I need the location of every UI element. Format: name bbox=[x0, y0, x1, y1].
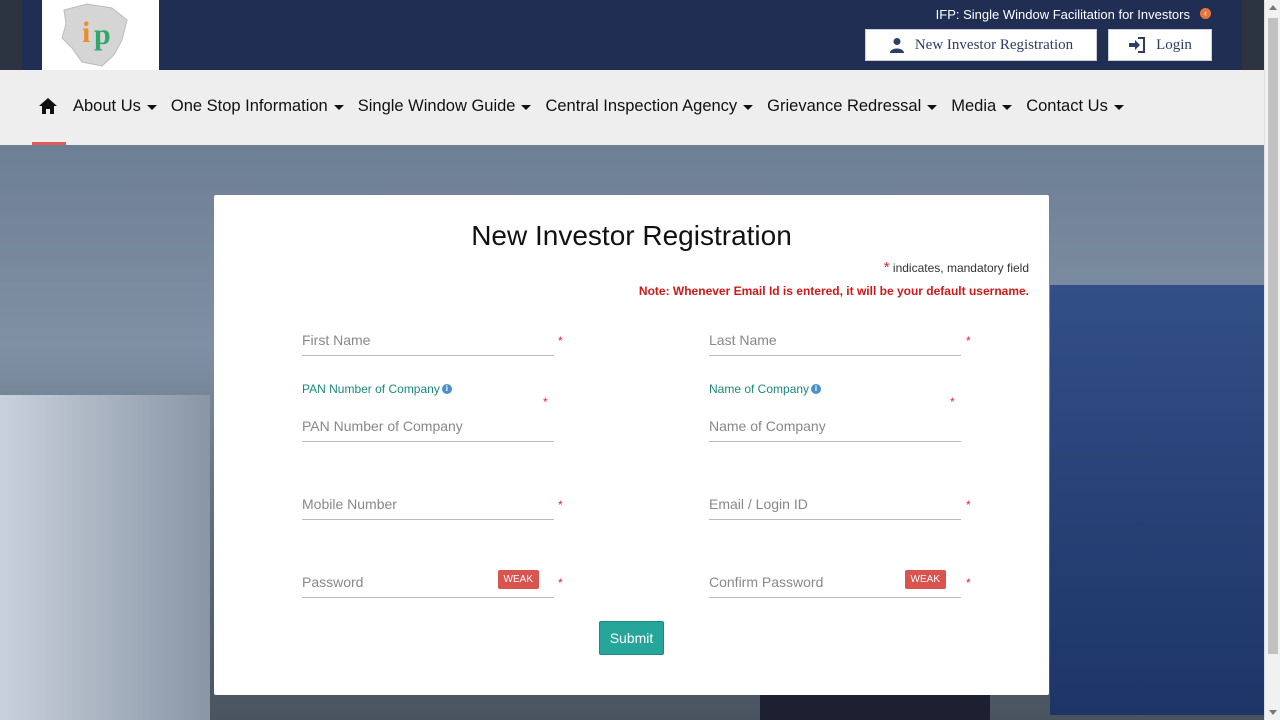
nav-item-media[interactable]: Media bbox=[951, 97, 1013, 116]
required-star: * bbox=[558, 576, 563, 590]
sign-in-icon bbox=[1129, 37, 1146, 53]
company-name-field bbox=[709, 412, 961, 442]
nav-label: Grievance Redressal bbox=[767, 97, 922, 115]
header-left-edge bbox=[0, 0, 22, 70]
login-label: Login bbox=[1156, 36, 1192, 53]
mobile-input[interactable] bbox=[302, 490, 554, 518]
nav-item-grievance-redressal[interactable]: Grievance Redressal bbox=[767, 97, 938, 116]
login-button[interactable]: Login bbox=[1108, 29, 1212, 61]
submit-button[interactable]: Submit bbox=[599, 621, 664, 655]
form-title: New Investor Registration bbox=[471, 220, 792, 251]
nav-label: One Stop Information bbox=[170, 97, 328, 115]
last-name-field bbox=[709, 326, 961, 356]
email-field bbox=[709, 490, 961, 520]
register-label: New Investor Registration bbox=[914, 36, 1074, 53]
header-right-edge bbox=[1242, 0, 1264, 70]
nav-label: About Us bbox=[73, 97, 141, 115]
nav-label: Contact Us bbox=[1026, 97, 1108, 115]
required-star: * bbox=[558, 498, 563, 512]
caret-down-icon bbox=[1113, 105, 1124, 110]
chevron-left-icon[interactable]: ‹ bbox=[1200, 8, 1211, 19]
required-star: * bbox=[966, 576, 971, 590]
scrollbar-thumb[interactable] bbox=[1268, 18, 1278, 654]
user-icon bbox=[889, 38, 904, 53]
svg-text:p: p bbox=[94, 18, 111, 51]
company-label-text: Name of Company bbox=[709, 382, 810, 396]
info-icon[interactable]: i bbox=[441, 384, 452, 394]
main-nav: About Us One Stop Information Single Win… bbox=[0, 70, 1264, 145]
caret-down-icon bbox=[743, 105, 754, 110]
pan-label-text: PAN Number of Company bbox=[302, 382, 440, 396]
mandatory-text: indicates, mandatory field bbox=[892, 261, 1029, 275]
info-icon[interactable]: i bbox=[811, 384, 822, 394]
nav-item-single-window-guide[interactable]: Single Window Guide bbox=[358, 97, 532, 116]
background-exhibit-right bbox=[1050, 285, 1264, 715]
required-star: * bbox=[543, 395, 548, 409]
mandatory-field-note: * indicates, mandatory field bbox=[884, 259, 1029, 276]
first-name-field bbox=[302, 326, 554, 356]
registration-form-card: New Investor Registration * indicates, m… bbox=[214, 195, 1049, 695]
email-input[interactable] bbox=[709, 490, 961, 518]
caret-down-icon bbox=[1002, 105, 1013, 110]
confirm-password-field: WEAK bbox=[709, 568, 961, 598]
site-logo[interactable]: i p bbox=[42, 0, 159, 70]
scroll-up-icon[interactable] bbox=[1269, 5, 1277, 10]
required-star: * bbox=[950, 395, 955, 409]
first-name-input[interactable] bbox=[302, 326, 554, 354]
nav-item-about-us[interactable]: About Us bbox=[73, 97, 157, 116]
confirm-password-strength-badge: WEAK bbox=[904, 570, 946, 589]
company-name-input[interactable] bbox=[709, 412, 961, 440]
nav-item-contact-us[interactable]: Contact Us bbox=[1026, 97, 1124, 116]
email-username-note: Note: Whenever Email Id is entered, it w… bbox=[638, 284, 1029, 298]
gujarat-map-logo-icon: i p bbox=[61, 3, 128, 67]
required-star: * bbox=[558, 334, 563, 348]
mobile-field bbox=[302, 490, 554, 520]
password-strength-badge: WEAK bbox=[497, 570, 539, 589]
caret-down-icon bbox=[927, 105, 938, 110]
caret-down-icon bbox=[146, 105, 157, 110]
new-investor-registration-button[interactable]: New Investor Registration bbox=[865, 29, 1097, 61]
svg-text:i: i bbox=[82, 16, 90, 49]
home-icon[interactable] bbox=[38, 97, 58, 120]
site-title: IFP: Single Window Facilitation for Inve… bbox=[935, 7, 1190, 22]
required-star: * bbox=[966, 498, 971, 512]
nav-item-one-stop-information[interactable]: One Stop Information bbox=[171, 97, 344, 116]
nav-label: Media bbox=[951, 97, 997, 115]
password-field: WEAK bbox=[302, 568, 554, 598]
background-exhibit-left bbox=[0, 395, 210, 720]
pan-input[interactable] bbox=[302, 412, 554, 440]
nav-item-central-inspection-agency[interactable]: Central Inspection Agency bbox=[545, 97, 754, 116]
last-name-input[interactable] bbox=[709, 326, 961, 354]
required-star: * bbox=[966, 334, 971, 348]
nav-label: Single Window Guide bbox=[357, 97, 516, 115]
company-name-label: Name of Company i bbox=[709, 382, 822, 396]
required-star: * bbox=[883, 259, 890, 276]
pan-field bbox=[302, 412, 554, 442]
top-header: i p IFP: Single Window Facilitation for … bbox=[0, 0, 1264, 70]
caret-down-icon bbox=[333, 105, 344, 110]
nav-menu: About Us One Stop Information Single Win… bbox=[73, 97, 1138, 116]
pan-label: PAN Number of Company i bbox=[302, 382, 452, 396]
page-scrollbar[interactable] bbox=[1264, 0, 1280, 720]
scroll-down-icon[interactable] bbox=[1269, 710, 1277, 715]
nav-label: Central Inspection Agency bbox=[545, 97, 738, 115]
caret-down-icon bbox=[521, 105, 532, 110]
